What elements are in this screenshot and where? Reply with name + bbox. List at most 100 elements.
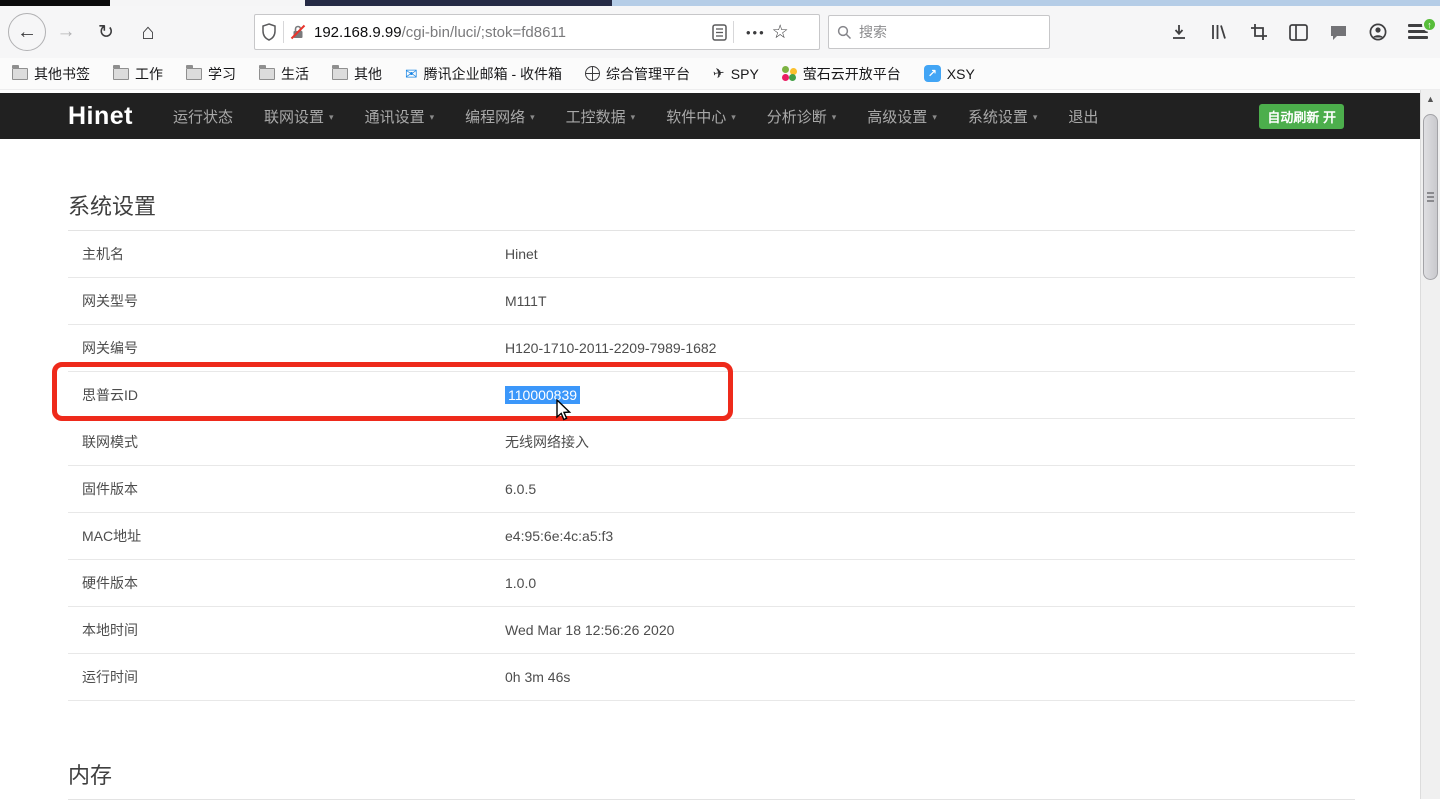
- chevron-down-icon: ▾: [329, 112, 334, 123]
- bookmark-label: 生活: [281, 64, 309, 84]
- row-label: 运行时间: [68, 667, 505, 687]
- main-panel: 系统设置 主机名 Hinet 网关型号 M111T 网关编号 H120-1710…: [0, 139, 1420, 800]
- account-icon[interactable]: [1369, 23, 1387, 41]
- page-title: 系统设置: [68, 189, 1355, 221]
- bookmark-label: 其他: [354, 64, 382, 84]
- dots-icon: [782, 66, 797, 81]
- scrollbar-up-arrow[interactable]: ▲: [1421, 90, 1440, 108]
- chevron-down-icon: ▾: [430, 112, 435, 123]
- table-row-gateway-model: 网关型号 M111T: [68, 278, 1355, 325]
- chevron-down-icon: ▾: [731, 112, 736, 123]
- divider: [733, 21, 734, 43]
- chat-bubble-icon[interactable]: [1329, 24, 1348, 41]
- page-actions-icon[interactable]: •••: [746, 25, 766, 40]
- arrow-app-icon: ↗: [924, 65, 941, 82]
- chevron-down-icon: ▾: [1033, 112, 1038, 123]
- nav-item-running-status[interactable]: 运行状态: [173, 106, 233, 127]
- page-scrollbar[interactable]: ▲: [1420, 90, 1440, 799]
- home-icon: ⌂: [141, 19, 154, 45]
- search-input[interactable]: [859, 24, 1019, 40]
- nav-item-advanced-settings[interactable]: 高级设置 ▾: [867, 106, 937, 127]
- sidebar-icon[interactable]: [1289, 24, 1308, 41]
- bookmark-folder-study[interactable]: 学习: [186, 64, 236, 84]
- screenshot-icon[interactable]: [1250, 23, 1268, 41]
- row-value: M111T: [505, 293, 547, 309]
- brand-logo[interactable]: Hinet: [68, 102, 133, 131]
- table-row-connection-mode: 联网模式 无线网络接入: [68, 419, 1355, 466]
- bookmark-folder-life[interactable]: 生活: [259, 64, 309, 84]
- bookmark-spy[interactable]: ✈ SPY: [713, 65, 759, 82]
- tracking-shield-icon[interactable]: [261, 23, 277, 41]
- insecure-lock-icon[interactable]: [290, 24, 306, 40]
- table-row-firmware-version: 固件版本 6.0.5: [68, 466, 1355, 513]
- system-info-table: 主机名 Hinet 网关型号 M111T 网关编号 H120-1710-2011…: [68, 231, 1355, 701]
- nav-item-logout[interactable]: 退出: [1068, 106, 1098, 127]
- scrollbar-thumb[interactable]: [1423, 114, 1438, 280]
- bookmark-folder-other-bookmarks[interactable]: 其他书签: [12, 64, 90, 84]
- downloads-icon[interactable]: [1170, 23, 1188, 41]
- row-label: 思普云ID: [68, 385, 505, 405]
- browser-toolbar: ← → ↻ ⌂ 192.168.9.99/cgi-bin/luci/;stok=…: [0, 6, 1440, 58]
- nav-item-diagnostics[interactable]: 分析诊断 ▾: [767, 106, 837, 127]
- bookmark-xsy[interactable]: ↗ XSY: [924, 65, 975, 82]
- back-icon: ←: [17, 21, 37, 44]
- row-label: 本地时间: [68, 620, 505, 640]
- chevron-down-icon: ▾: [631, 112, 636, 123]
- row-label: 联网模式: [68, 432, 505, 452]
- bookmark-tencent-mail[interactable]: ✉ 腾讯企业邮箱 - 收件箱: [405, 64, 562, 84]
- chevron-down-icon: ▾: [530, 112, 535, 123]
- table-row-sipu-cloud-id: 思普云ID 110000839: [68, 372, 1355, 419]
- folder-icon: [186, 68, 202, 80]
- reader-mode-icon[interactable]: [712, 24, 727, 41]
- url-text: 192.168.9.99/cgi-bin/luci/;stok=fd8611: [314, 24, 712, 41]
- row-value: Hinet: [505, 246, 538, 262]
- nav-item-network-settings[interactable]: 联网设置 ▾: [264, 106, 334, 127]
- reload-icon: ↻: [98, 21, 114, 44]
- bookmark-label: 其他书签: [34, 64, 90, 84]
- auto-refresh-badge[interactable]: 自动刷新 开: [1259, 104, 1344, 129]
- row-label: MAC地址: [68, 526, 505, 546]
- table-row-uptime: 运行时间 0h 3m 46s: [68, 654, 1355, 701]
- back-button[interactable]: ←: [8, 13, 46, 51]
- table-row-hostname: 主机名 Hinet: [68, 231, 1355, 278]
- memory-section-title: 内存: [68, 758, 1355, 790]
- bookmark-star-icon[interactable]: ☆: [772, 21, 789, 44]
- page-content: Hinet 运行状态 联网设置 ▾ 通讯设置 ▾ 编程网络 ▾ 工控数据 ▾ 软…: [0, 90, 1420, 799]
- bookmark-ys-open-platform[interactable]: 萤石云开放平台: [782, 64, 901, 84]
- library-icon[interactable]: [1209, 23, 1229, 41]
- nav-item-programming-network[interactable]: 编程网络 ▾: [465, 106, 535, 127]
- url-bar[interactable]: 192.168.9.99/cgi-bin/luci/;stok=fd8611 •…: [254, 14, 820, 50]
- url-host: 192.168.9.99: [314, 24, 402, 41]
- nav-item-system-settings[interactable]: 系统设置 ▾: [968, 106, 1038, 127]
- menu-button[interactable]: ↑: [1408, 24, 1428, 40]
- chevron-down-icon: ▾: [832, 112, 837, 123]
- row-label: 硬件版本: [68, 573, 505, 593]
- folder-icon: [113, 68, 129, 80]
- row-label: 固件版本: [68, 479, 505, 499]
- row-value: 1.0.0: [505, 575, 536, 591]
- nav-item-comm-settings[interactable]: 通讯设置 ▾: [365, 106, 435, 127]
- row-label: 网关编号: [68, 338, 505, 358]
- search-box[interactable]: [828, 15, 1050, 49]
- row-value: 6.0.5: [505, 481, 536, 497]
- mail-icon: ✉: [405, 65, 418, 83]
- table-row-local-time: 本地时间 Wed Mar 18 12:56:26 2020: [68, 607, 1355, 654]
- bookmark-folder-work[interactable]: 工作: [113, 64, 163, 84]
- row-value: H120-1710-2011-2209-7989-1682: [505, 340, 716, 356]
- row-label: 网关型号: [68, 291, 505, 311]
- chevron-down-icon: ▾: [932, 112, 937, 123]
- nav-item-software-center[interactable]: 软件中心 ▾: [666, 106, 736, 127]
- bookmark-label: XSY: [947, 66, 975, 82]
- divider: [283, 21, 284, 43]
- reload-button[interactable]: ↻: [92, 18, 120, 46]
- forward-button[interactable]: →: [52, 18, 80, 46]
- bookmark-management-platform[interactable]: 综合管理平台: [585, 64, 690, 84]
- bookmark-folder-misc[interactable]: 其他: [332, 64, 382, 84]
- bookmark-label: 萤石云开放平台: [803, 64, 901, 84]
- home-button[interactable]: ⌂: [134, 18, 162, 46]
- folder-icon: [259, 68, 275, 80]
- nav-item-industrial-data[interactable]: 工控数据 ▾: [566, 106, 636, 127]
- table-row-hardware-version: 硬件版本 1.0.0: [68, 560, 1355, 607]
- url-fade: [642, 24, 712, 41]
- table-row-mac-address: MAC地址 e4:95:6e:4c:a5:f3: [68, 513, 1355, 560]
